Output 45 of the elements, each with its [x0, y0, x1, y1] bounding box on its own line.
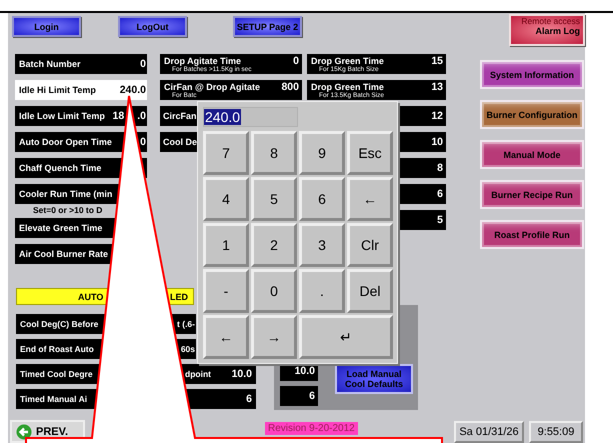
keypad-key[interactable]: 5 — [251, 177, 297, 221]
keypad-key[interactable]: 6 — [299, 177, 345, 221]
keypad-key[interactable]: 3 — [299, 223, 345, 267]
value-field[interactable]: 8 — [398, 158, 446, 178]
keypad-key[interactable]: 1 — [203, 223, 249, 267]
keypad-key[interactable]: 8 — [251, 131, 297, 175]
alarm-log-button[interactable]: Remote access Alarm Log — [509, 14, 585, 46]
keypad-key[interactable]: - — [203, 269, 249, 313]
keypad-key[interactable]: . — [299, 269, 345, 313]
keypad-key[interactable]: 7 — [203, 131, 249, 175]
keypad-key[interactable]: 0 — [251, 269, 297, 313]
menu-button[interactable]: Burner Recipe Run — [480, 180, 584, 209]
value-field[interactable]: Idle Low Limit Temp 18 .0 — [15, 106, 147, 126]
menu-button[interactable]: Burner Configuration — [480, 100, 584, 129]
time-display: 9:55:09 — [529, 421, 583, 443]
keypad-key[interactable]: Clr — [347, 223, 393, 267]
keypad-key[interactable]: ← — [347, 177, 393, 221]
keypad-display[interactable]: 240.0 — [203, 107, 298, 127]
keypad-key[interactable]: Esc — [347, 131, 393, 175]
value-field[interactable]: Batch Number 0 — [15, 54, 147, 74]
menu-button[interactable]: Manual Mode — [480, 140, 584, 169]
value-field[interactable]: CircFan — [160, 106, 197, 126]
keypad-key[interactable]: 9 — [299, 131, 345, 175]
keypad-key[interactable]: ← — [203, 315, 249, 359]
back-arrow-icon — [16, 424, 32, 440]
menu-button[interactable]: System Information — [480, 60, 584, 89]
value-field[interactable]: 5 — [398, 210, 446, 230]
value-field[interactable]: 10 — [398, 132, 446, 152]
value-field[interactable]: Cool De — [160, 132, 197, 152]
keypad-key[interactable]: 4 — [203, 177, 249, 221]
value-field[interactable]: 12 — [398, 106, 446, 126]
keypad-key[interactable]: ↵ — [299, 315, 393, 359]
date-display: Sa 01/31/26 — [454, 421, 524, 443]
value-field[interactable]: 6 — [280, 386, 318, 406]
hint-text: Set=0 or >10 to D — [32, 205, 104, 215]
keypad-key[interactable]: → — [251, 315, 297, 359]
value-field[interactable]: Idle Hi Limit Temp 240.0 — [15, 80, 147, 100]
keypad-key[interactable]: 2 — [251, 223, 297, 267]
nav-button[interactable]: Login — [12, 16, 81, 37]
nav-button[interactable]: LogOut — [118, 16, 187, 37]
nav-button[interactable]: SETUP Page 2 — [233, 16, 302, 37]
menu-button[interactable]: Roast Profile Run — [480, 220, 584, 249]
keypad-key[interactable]: Del — [347, 269, 393, 313]
revision-label: Revision 9-20-2012 — [265, 422, 358, 435]
value-field[interactable]: 6 — [398, 184, 446, 204]
